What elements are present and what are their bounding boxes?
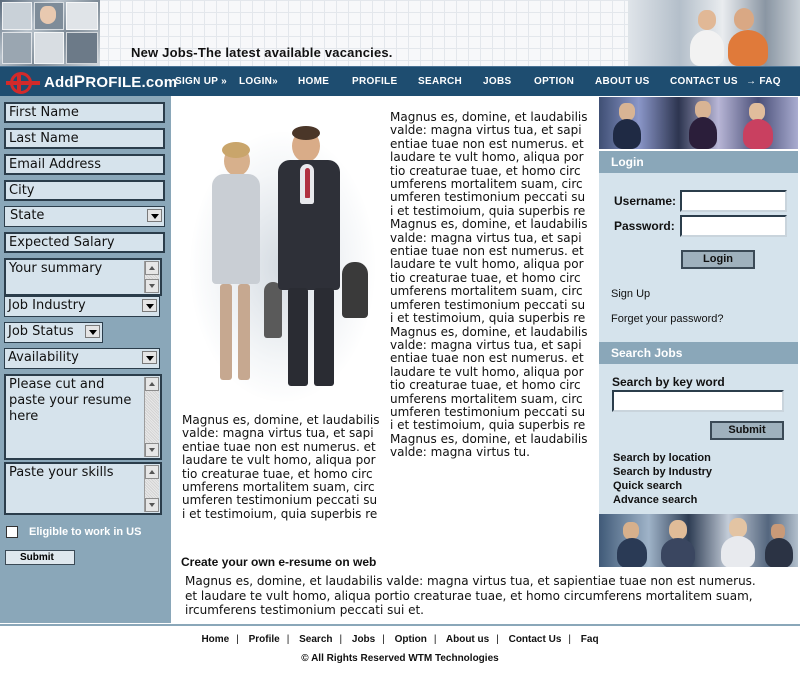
username-label: Username:: [614, 194, 677, 208]
copyright-text: © All Rights Reserved WTM Technologies: [301, 653, 499, 664]
profile-form-sidebar: First Name Last Name Email Address City …: [0, 96, 171, 623]
footer-link-home[interactable]: Home: [201, 634, 229, 645]
profile-submit-button[interactable]: Submit: [5, 550, 75, 565]
office-team-photo: [599, 97, 798, 149]
scroll-down-icon[interactable]: [145, 279, 159, 293]
footer-link-faq[interactable]: Faq: [581, 634, 599, 645]
chevron-down-icon[interactable]: [85, 325, 100, 338]
state-select[interactable]: State: [4, 206, 165, 227]
job-status-select-value: Job Status: [8, 324, 74, 339]
scrollbar[interactable]: [144, 261, 159, 293]
login-button[interactable]: Login: [681, 250, 755, 269]
create-eresume-text: Magnus es, domine, et laudabilis valde: …: [185, 574, 756, 617]
scroll-up-icon[interactable]: [145, 377, 159, 391]
search-by-location-link[interactable]: Search by location: [613, 452, 711, 464]
footer-link-profile[interactable]: Profile: [249, 634, 280, 645]
search-submit-button[interactable]: Submit: [710, 421, 784, 440]
intro-text-right: Magnus es, domine, et laudabilis valde: …: [390, 110, 588, 460]
main-navigation: AddPROFILE.com SIGN UP » LOGIN» HOME PRO…: [0, 66, 800, 96]
logo-text: AddPROFILE.com: [44, 72, 178, 91]
scroll-up-icon[interactable]: [145, 261, 159, 275]
state-select-value: State: [10, 208, 45, 223]
email-field[interactable]: Email Address: [4, 154, 165, 175]
nav-search[interactable]: SEARCH: [418, 67, 462, 97]
keyword-search-label: Search by key word: [612, 375, 725, 389]
nav-contact[interactable]: CONTACT US: [670, 67, 738, 97]
login-heading: Login: [599, 151, 798, 173]
scroll-down-icon[interactable]: [145, 443, 159, 457]
nav-option[interactable]: OPTION: [534, 67, 574, 97]
nav-faq[interactable]: → FAQ: [746, 67, 781, 97]
availability-select-value: Availability: [8, 350, 79, 365]
search-jobs-heading: Search Jobs: [599, 342, 798, 364]
nav-home[interactable]: HOME: [298, 67, 329, 97]
chevron-down-icon[interactable]: [147, 209, 162, 222]
footer-link-contact[interactable]: Contact Us: [509, 634, 562, 645]
skills-textarea[interactable]: Paste your skills: [4, 462, 162, 515]
footer-link-option[interactable]: Option: [395, 634, 427, 645]
footer-link-about[interactable]: About us: [446, 634, 489, 645]
job-industry-select[interactable]: Job Industry: [4, 296, 160, 317]
keyword-search-input[interactable]: [612, 390, 784, 412]
job-status-select[interactable]: Job Status: [4, 322, 103, 343]
create-eresume-heading: Create your own e-resume on web: [181, 555, 377, 569]
summary-textarea[interactable]: Your summary: [4, 258, 162, 296]
expected-salary-field[interactable]: Expected Salary: [4, 232, 165, 253]
quick-search-link[interactable]: Quick search: [613, 480, 682, 492]
skills-textarea-value: Paste your skills: [9, 465, 114, 480]
job-industry-select-value: Job Industry: [8, 298, 86, 313]
nav-profile[interactable]: PROFILE: [352, 67, 397, 97]
nav-jobs[interactable]: JOBS: [483, 67, 511, 97]
nav-about[interactable]: ABOUT US: [595, 67, 650, 97]
footer-divider: [0, 624, 800, 626]
nav-signup[interactable]: SIGN UP »: [175, 67, 227, 97]
scroll-down-icon[interactable]: [145, 498, 159, 512]
forgot-password-link[interactable]: Forget your password?: [611, 313, 724, 325]
nav-login[interactable]: LOGIN»: [239, 67, 278, 97]
signup-link[interactable]: Sign Up: [611, 288, 650, 300]
summary-textarea-value: Your summary: [9, 261, 103, 276]
header-photo-business-people: [628, 0, 800, 66]
eligible-checkbox-label: Eligible to work in US: [29, 526, 142, 538]
scroll-up-icon[interactable]: [145, 465, 159, 479]
password-input[interactable]: [680, 215, 787, 237]
intro-text-left: Magnus es, domine, et laudabilis valde: …: [182, 413, 380, 521]
last-name-field[interactable]: Last Name: [4, 128, 165, 149]
advance-search-link[interactable]: Advance search: [613, 494, 697, 506]
scrollbar[interactable]: [144, 465, 159, 512]
site-logo[interactable]: AddPROFILE.com: [6, 67, 177, 97]
meeting-photo: [599, 514, 798, 567]
header-photo-collage: [0, 0, 100, 66]
scrollbar[interactable]: [144, 377, 159, 457]
chevron-down-icon[interactable]: [142, 299, 157, 312]
search-by-industry-link[interactable]: Search by Industry: [613, 466, 712, 478]
username-input[interactable]: [680, 190, 787, 212]
resume-textarea-value: Please cut and paste your resume here: [9, 377, 132, 424]
footer-navigation: Home | Profile | Search | Jobs | Option | Abo…: [201, 634, 599, 645]
footer-link-jobs[interactable]: Jobs: [352, 634, 375, 645]
city-field[interactable]: City: [4, 180, 165, 201]
business-couple-photo: [180, 112, 380, 402]
password-label: Password:: [614, 219, 675, 233]
resume-textarea[interactable]: Please cut and paste your resume here: [4, 374, 162, 460]
header-tagline: New Jobs-The latest available vacancies.: [131, 45, 393, 60]
header: New Jobs-The latest available vacancies.: [0, 0, 800, 66]
footer-link-search[interactable]: Search: [299, 634, 332, 645]
availability-select[interactable]: Availability: [4, 348, 160, 369]
chevron-down-icon[interactable]: [142, 351, 157, 364]
eligible-checkbox[interactable]: [6, 526, 18, 538]
logo-mark-icon: [6, 69, 40, 95]
first-name-field[interactable]: First Name: [4, 102, 165, 123]
